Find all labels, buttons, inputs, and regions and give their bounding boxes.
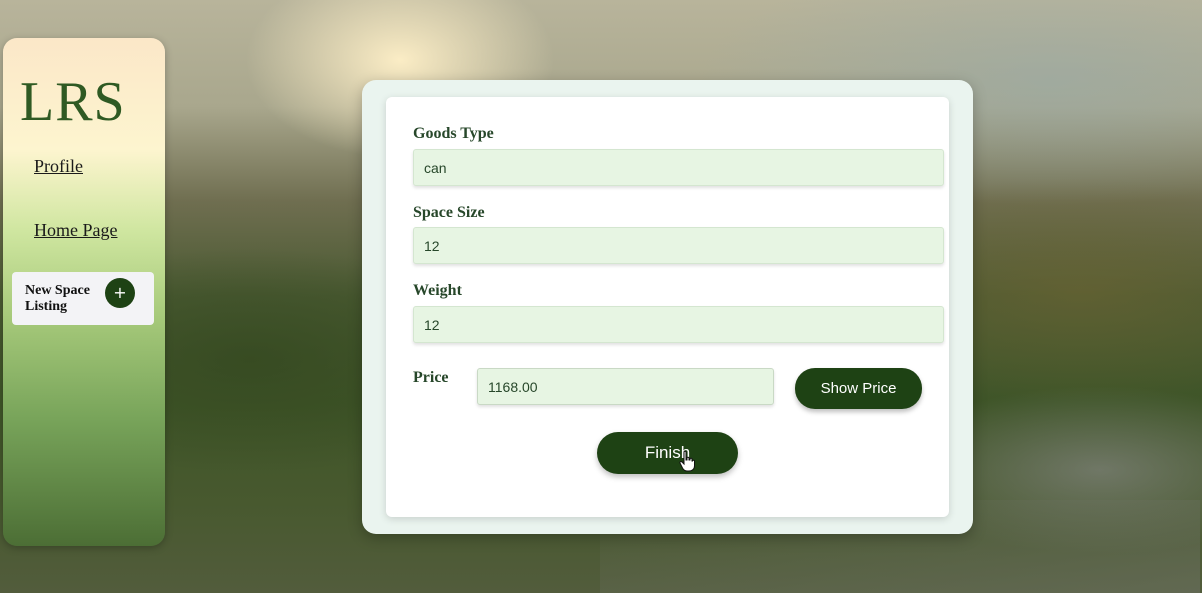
plus-icon[interactable]: +: [105, 278, 135, 308]
sidebar: LRS Profile Home Page New Space Listing …: [3, 38, 165, 546]
weight-label: Weight: [413, 282, 462, 299]
goods-type-label: Goods Type: [413, 125, 494, 142]
space-size-input[interactable]: [413, 227, 944, 264]
space-size-label: Space Size: [413, 204, 485, 221]
weight-input[interactable]: [413, 306, 944, 343]
nav-link-profile[interactable]: Profile: [34, 156, 83, 177]
form-card: Goods Type Space Size Weight Price Show …: [386, 97, 949, 517]
form-panel: Goods Type Space Size Weight Price Show …: [362, 80, 973, 534]
hand-pointer-cursor-icon: [679, 450, 695, 472]
new-space-listing-label: New Space Listing: [25, 283, 105, 315]
price-input[interactable]: [477, 368, 774, 405]
new-space-listing-label-line1: New Space: [25, 282, 90, 298]
price-label: Price: [413, 369, 449, 386]
new-space-listing-label-line2: Listing: [25, 298, 68, 314]
new-space-listing-button[interactable]: New Space Listing +: [12, 272, 154, 325]
finish-button[interactable]: Finish: [597, 432, 738, 474]
logo: LRS: [20, 71, 126, 133]
goods-type-input[interactable]: [413, 149, 944, 186]
nav-link-home-page[interactable]: Home Page: [34, 220, 117, 241]
show-price-button[interactable]: Show Price: [795, 368, 922, 409]
